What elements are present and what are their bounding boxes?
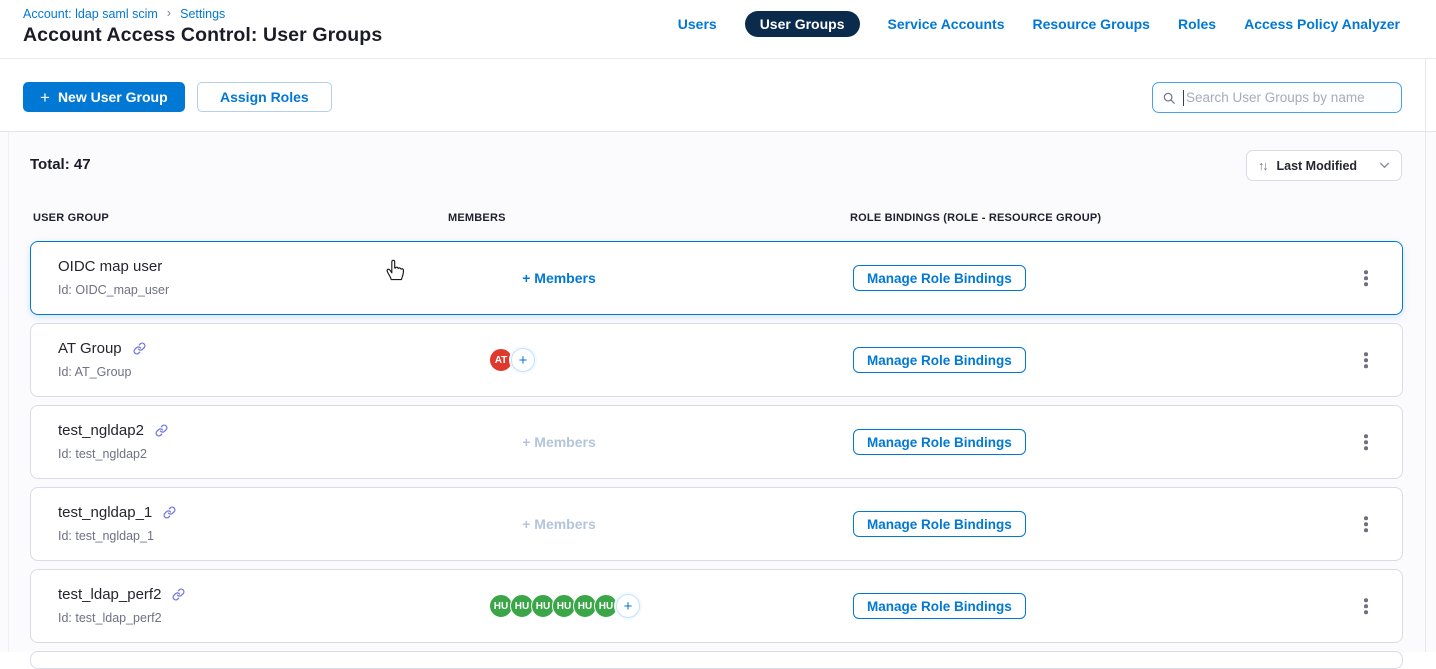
user-group-id: Id: AT_Group xyxy=(58,365,146,379)
user-group-id: Id: OIDC_map_user xyxy=(58,283,169,297)
user-group-id: Id: test_ngldap2 xyxy=(58,447,168,461)
row-menu-button[interactable] xyxy=(1359,347,1373,373)
toolbar-divider xyxy=(0,131,1436,132)
user-group-name-cell: test_ngldap2 Id: test_ngldap2 xyxy=(58,422,168,461)
tab-roles[interactable]: Roles xyxy=(1178,16,1216,32)
search-box[interactable] xyxy=(1152,82,1402,113)
user-group-name-cell: AT Group Id: AT_Group xyxy=(58,340,146,379)
new-user-group-label: New User Group xyxy=(58,89,168,105)
row-menu-button[interactable] xyxy=(1359,265,1373,291)
user-group-name[interactable]: test_ngldap_1 xyxy=(58,504,152,521)
assign-roles-label: Assign Roles xyxy=(220,89,309,105)
member-avatar[interactable]: AT xyxy=(489,348,513,372)
breadcrumb-account-link[interactable]: Account: ldap saml scim xyxy=(23,7,158,21)
members-cell: + Members xyxy=(479,242,639,314)
manage-role-bindings-button[interactable]: Manage Role Bindings xyxy=(853,511,1026,537)
chevron-down-icon xyxy=(1379,162,1390,169)
row-menu-button[interactable] xyxy=(1359,429,1373,455)
member-avatar[interactable]: HU xyxy=(594,594,618,618)
search-icon xyxy=(1162,91,1176,105)
link-icon xyxy=(133,342,146,355)
chevron-right-icon: › xyxy=(167,6,171,21)
link-icon xyxy=(163,506,176,519)
tab-service-accounts[interactable]: Service Accounts xyxy=(888,16,1005,32)
tab-users[interactable]: Users xyxy=(678,16,717,32)
panel-left-edge xyxy=(8,132,9,652)
tab-resource-groups[interactable]: Resource Groups xyxy=(1032,16,1149,32)
scrollbar-line[interactable] xyxy=(1425,59,1426,652)
page-title: Account Access Control: User Groups xyxy=(23,24,382,47)
search-input[interactable] xyxy=(1184,90,1392,105)
members-cell: + Members xyxy=(479,406,639,478)
sort-label: Last Modified xyxy=(1277,159,1372,173)
row-menu-button[interactable] xyxy=(1359,593,1373,619)
row-menu-button[interactable] xyxy=(1359,511,1373,537)
add-members-link: + Members xyxy=(522,434,596,450)
add-member-button[interactable]: + xyxy=(511,348,535,372)
sort-dropdown[interactable]: ↑↓ Last Modified xyxy=(1246,150,1402,181)
members-cell: AT+ xyxy=(479,324,659,396)
manage-role-bindings-button[interactable]: Manage Role Bindings xyxy=(853,347,1026,373)
add-members-link[interactable]: + Members xyxy=(522,270,596,286)
total-count: Total: 47 xyxy=(30,156,91,173)
header-divider xyxy=(0,58,1436,59)
members-cell: + Members xyxy=(479,488,639,560)
new-user-group-button[interactable]: + New User Group xyxy=(23,82,185,112)
user-group-name-cell: test_ldap_perf2 Id: test_ldap_perf2 xyxy=(58,586,185,625)
user-group-id: Id: test_ldap_perf2 xyxy=(58,611,185,625)
add-members-link: + Members xyxy=(522,516,596,532)
members-cell: HUHUHUHUHUHU+ xyxy=(479,570,659,642)
assign-roles-button[interactable]: Assign Roles xyxy=(197,82,332,112)
column-header-user-group: USER GROUP xyxy=(33,212,109,224)
user-group-name-cell: test_ngldap_1 Id: test_ngldap_1 xyxy=(58,504,176,543)
column-header-role-bindings: ROLE BINDINGS (ROLE - RESOURCE GROUP) xyxy=(850,212,1101,224)
user-group-row[interactable]: OIDC map user Id: OIDC_map_user + Member… xyxy=(30,241,1403,315)
user-group-name[interactable]: test_ngldap2 xyxy=(58,422,144,439)
tab-access-policy-analyzer[interactable]: Access Policy Analyzer xyxy=(1244,16,1400,32)
user-group-row[interactable]: test_ngldap2 Id: test_ngldap2 + Members … xyxy=(30,405,1403,479)
user-group-name-cell: OIDC map user Id: OIDC_map_user xyxy=(58,258,169,297)
manage-role-bindings-button[interactable]: Manage Role Bindings xyxy=(853,265,1026,291)
manage-role-bindings-button[interactable]: Manage Role Bindings xyxy=(853,429,1026,455)
plus-icon: + xyxy=(40,89,50,106)
tab-user-groups[interactable]: User Groups xyxy=(745,11,860,37)
user-group-row[interactable]: test_ngldap_1 Id: test_ngldap_1 + Member… xyxy=(30,487,1403,561)
add-member-button[interactable]: + xyxy=(616,594,640,618)
link-icon xyxy=(155,424,168,437)
breadcrumb-settings-link[interactable]: Settings xyxy=(180,7,225,21)
breadcrumb: Account: ldap saml scim › Settings xyxy=(23,6,225,21)
manage-role-bindings-button[interactable]: Manage Role Bindings xyxy=(853,593,1026,619)
user-group-id: Id: test_ngldap_1 xyxy=(58,529,176,543)
sort-icon: ↑↓ xyxy=(1258,159,1269,173)
user-group-row[interactable]: test_ldap_perf2 Id: test_ldap_perf2 HUHU… xyxy=(30,569,1403,643)
user-group-list: OIDC map user Id: OIDC_map_user + Member… xyxy=(30,241,1403,651)
tab-bar: Users User Groups Service Accounts Resource… xyxy=(678,11,1400,37)
link-icon xyxy=(172,588,185,601)
user-group-name[interactable]: OIDC map user xyxy=(58,258,162,275)
user-group-name[interactable]: test_ldap_perf2 xyxy=(58,586,161,603)
user-group-name[interactable]: AT Group xyxy=(58,340,122,357)
partial-row[interactable] xyxy=(30,651,1403,669)
column-header-members: MEMBERS xyxy=(448,212,506,224)
user-group-row[interactable]: AT Group Id: AT_Group AT+ Manage Role Bi… xyxy=(30,323,1403,397)
